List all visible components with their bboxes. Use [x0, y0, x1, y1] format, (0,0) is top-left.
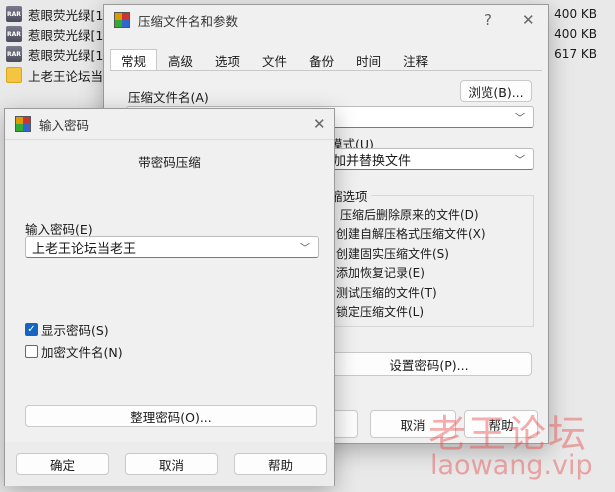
option-recovery-record[interactable]: 添加恢复记录(E) — [336, 264, 425, 281]
close-icon[interactable]: ✕ — [522, 11, 535, 29]
archive-name-label: 压缩文件名(A) — [128, 90, 209, 105]
ok-button[interactable]: 确定 — [16, 453, 109, 475]
encrypt-filenames-checkbox[interactable]: 加密文件名(N) — [25, 342, 123, 361]
rar-file-icon: RAR — [6, 26, 22, 42]
show-password-checkbox[interactable]: ✓ 显示密码(S) — [25, 320, 109, 339]
close-icon[interactable]: ✕ — [313, 115, 326, 133]
titlebar-divider — [5, 139, 334, 140]
checkbox-unchecked-icon — [25, 345, 38, 358]
option-test-files[interactable]: 测试压缩的文件(T) — [336, 284, 437, 301]
option-lock-archive[interactable]: 锁定压缩文件(L) — [336, 303, 424, 320]
help-icon[interactable]: ? — [484, 11, 492, 29]
tab-options[interactable]: 选项 — [204, 49, 251, 71]
update-mode-value: 加并替换文件 — [333, 153, 412, 169]
file-size: 617 KB — [554, 47, 597, 61]
password-heading: 带密码压缩 — [138, 155, 201, 170]
chevron-down-icon: ﹀ — [300, 243, 310, 255]
tab-advanced[interactable]: 高级 — [157, 49, 204, 71]
password-dialog: 输入密码 ✕ 带密码压缩 输入密码(E) 上老王论坛当老王 ﹀ ✓ 显示密码(S… — [4, 108, 335, 486]
file-size: 400 KB — [554, 7, 597, 21]
tab-comment[interactable]: 注释 — [392, 49, 439, 71]
help-button[interactable]: 帮助 — [234, 453, 327, 475]
tab-divider — [110, 70, 542, 71]
browse-button[interactable]: 浏览(B)... — [460, 80, 532, 102]
organize-passwords-button[interactable]: 整理密码(O)... — [25, 405, 317, 427]
folder-icon — [6, 67, 22, 83]
chevron-down-icon: ﹀ — [515, 155, 525, 167]
password-value: 上老王论坛当老王 — [32, 241, 137, 257]
winrar-icon — [15, 116, 31, 132]
password-dialog-title: 输入密码 — [39, 117, 90, 133]
file-size: 400 KB — [554, 27, 597, 41]
archive-options-group-label: 缩选项 — [330, 186, 371, 205]
tab-bar: 常规 高级 选项 文件 备份 时间 注释 — [110, 49, 439, 71]
password-dialog-titlebar: 输入密码 ✕ — [5, 109, 334, 139]
archive-dialog-titlebar: 压缩文件名和参数 ? ✕ — [104, 5, 548, 35]
file-name: 惹眼荧光绿[14 — [28, 7, 112, 23]
winrar-icon — [114, 12, 130, 28]
chevron-down-icon: ﹀ — [515, 113, 525, 125]
watermark-url: laowang.vip — [430, 450, 593, 481]
set-password-button[interactable]: 设置密码(P)... — [326, 352, 532, 376]
file-name: 惹眼荧光绿[14 — [28, 47, 112, 63]
tab-backup[interactable]: 备份 — [298, 49, 345, 71]
tab-general[interactable]: 常规 — [110, 49, 158, 71]
encrypt-filenames-label: 加密文件名(N) — [41, 345, 123, 360]
show-password-label: 显示密码(S) — [41, 323, 109, 338]
file-name: 惹眼荧光绿[14 — [28, 27, 112, 43]
tab-files[interactable]: 文件 — [251, 49, 298, 71]
option-solid-archive[interactable]: 创建固实压缩文件(S) — [336, 245, 449, 262]
password-input[interactable]: 上老王论坛当老王 ﹀ — [25, 236, 319, 258]
tab-time[interactable]: 时间 — [345, 49, 392, 71]
option-create-sfx[interactable]: 创建自解压格式压缩文件(X) — [336, 225, 486, 242]
archive-dialog-title: 压缩文件名和参数 — [138, 13, 239, 29]
checkbox-checked-icon: ✓ — [25, 323, 38, 336]
rar-file-icon: RAR — [6, 6, 22, 22]
cancel-button[interactable]: 取消 — [125, 453, 218, 475]
rar-file-icon: RAR — [6, 46, 22, 62]
option-delete-after[interactable]: 压缩后删除原来的文件(D) — [340, 206, 479, 223]
update-mode-select[interactable]: 加并替换文件 ﹀ — [326, 148, 534, 170]
